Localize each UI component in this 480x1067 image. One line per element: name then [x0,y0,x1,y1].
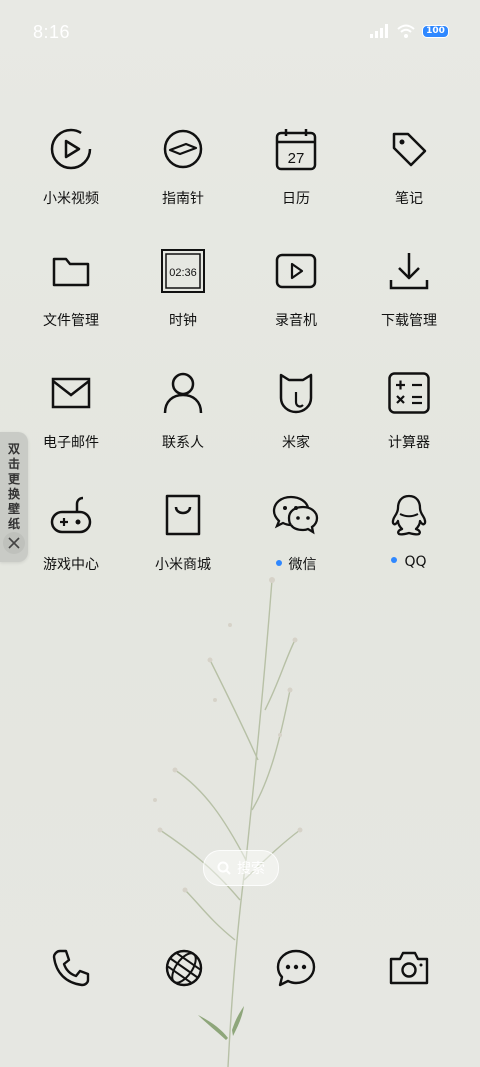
app-clock[interactable]: 02:36 时钟 [127,246,239,356]
compass-icon [158,124,208,174]
change-wallpaper-label: 双击更换壁纸 [7,442,20,531]
calendar-icon: 27 [271,124,321,174]
app-label: 计算器 [388,435,430,451]
qq-penguin-icon [384,490,434,540]
search-button[interactable]: 搜索 [203,850,279,886]
calendar-day: 27 [288,150,305,167]
app-label: 游戏中心 [43,557,99,573]
browser-globe-icon [165,949,203,987]
app-label: 笔记 [395,191,423,207]
app-label: 文件管理 [43,313,99,329]
calculator-icon [384,368,434,418]
app-mi-video[interactable]: 小米视频 [15,124,127,234]
app-label: 指南针 [162,191,204,207]
app-mijia[interactable]: 米家 [240,368,352,478]
app-qq[interactable]: QQ [353,490,465,600]
app-label: 下载管理 [381,313,437,329]
app-label: 时钟 [169,313,197,329]
app-label: 联系人 [162,435,204,451]
wifi-icon [397,24,415,38]
app-notes[interactable]: 笔记 [353,124,465,234]
tag-icon [384,124,434,174]
clock-icon: 02:36 [158,246,208,296]
app-label: 日历 [282,191,310,207]
new-indicator-dot [391,557,398,563]
new-indicator-dot [275,560,282,566]
app-compass[interactable]: 指南针 [127,124,239,234]
dock-camera[interactable] [384,943,434,993]
app-label: 电子邮件 [43,435,99,451]
app-recorder[interactable]: 录音机 [240,246,352,356]
app-calculator[interactable]: 计算器 [353,368,465,478]
app-download-manager[interactable]: 下载管理 [353,246,465,356]
search-icon [217,861,231,875]
app-label: 录音机 [275,313,317,329]
app-label: 小米商城 [155,557,211,573]
signal-icon [370,24,388,38]
dock-messages[interactable] [271,943,321,993]
app-mi-store[interactable]: 小米商城 [127,490,239,600]
app-wechat[interactable]: 微信 [240,490,352,600]
shopping-bag-icon [158,490,208,540]
contact-icon [158,368,208,418]
camera-icon [389,951,429,985]
status-icons: 100 [370,24,449,38]
app-email[interactable]: 电子邮件 [15,368,127,478]
video-play-icon [46,124,96,174]
dock-browser[interactable] [159,943,209,993]
search-label: 搜索 [237,861,265,877]
status-bar: 8:16 100 [0,0,480,68]
app-game-center[interactable]: 游戏中心 [15,490,127,600]
phone-icon [52,949,90,987]
mail-icon [46,368,96,418]
app-label: 微信 [240,554,352,574]
recorder-icon [271,246,321,296]
app-label: 小米视频 [43,191,99,207]
app-label: 米家 [282,435,310,451]
download-icon [384,246,434,296]
change-wallpaper-tab[interactable]: 双击更换壁纸 [0,432,28,562]
dock-phone[interactable] [46,943,96,993]
app-calendar[interactable]: 27 日历 [240,124,352,234]
battery-indicator: 100 [422,24,449,38]
folder-icon [46,246,96,296]
app-label: QQ [353,554,465,570]
clock-time: 02:36 [169,267,197,279]
app-contacts[interactable]: 联系人 [127,368,239,478]
mijia-icon [271,368,321,418]
messages-icon [276,949,316,987]
app-file-manager[interactable]: 文件管理 [15,246,127,356]
wechat-icon [271,490,321,540]
close-icon[interactable] [3,532,25,554]
status-time: 8:16 [33,22,71,42]
gamepad-icon [46,490,96,540]
